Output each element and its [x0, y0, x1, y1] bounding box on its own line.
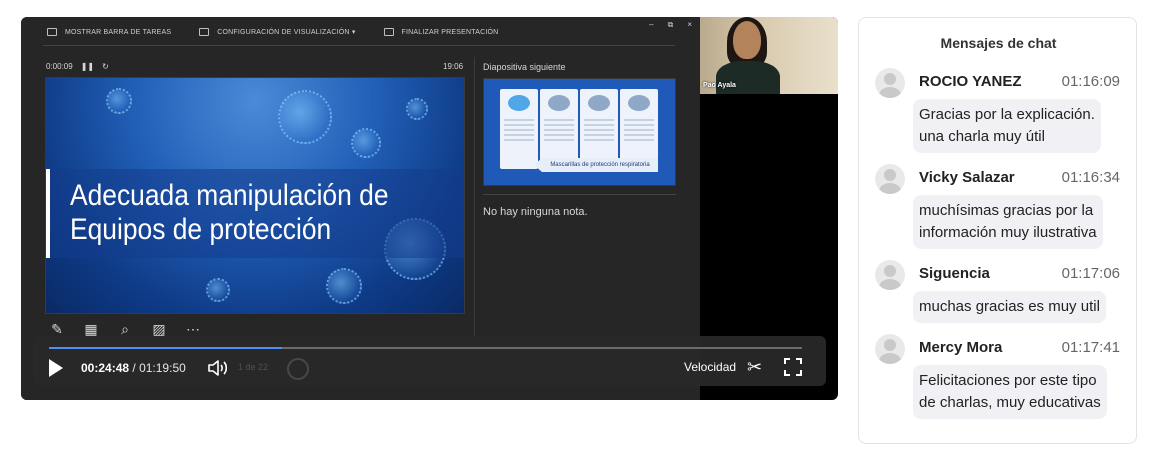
fullscreen-icon[interactable]: [784, 358, 802, 376]
message-text: muchísimas gracias por la: [919, 202, 1094, 219]
show-taskbar-tool: MOSTRAR BARRA DE TAREAS: [47, 28, 171, 36]
speaker-notes: No hay ninguna nota.: [483, 206, 588, 218]
next-slide-banner: Mascarillas de protección respiratoria: [542, 158, 658, 172]
slide-title-accent: [46, 169, 50, 258]
mask-card: [580, 89, 618, 169]
progress-bar[interactable]: [49, 347, 802, 349]
time-display: 00:24:48 / 01:19:50: [81, 361, 186, 375]
message-text: una charla muy útil: [919, 128, 1045, 145]
show-taskbar-label: MOSTRAR BARRA DE TAREAS: [65, 28, 172, 36]
toolbar-divider: [43, 45, 675, 46]
message-bubble: muchas gracias es muy util: [913, 291, 1106, 323]
close-icon: ×: [687, 20, 692, 29]
message-time: 01:17:06: [1061, 265, 1120, 282]
end-show-tool: FINALIZAR PRESENTACIÓN: [383, 28, 499, 36]
presenter-toolbar: MOSTRAR BARRA DE TAREAS CONFIGURACIÓN DE…: [21, 17, 700, 47]
taskbar-icon: [47, 28, 57, 36]
message-bubble: Felicitaciones por este tipo de charlas,…: [913, 365, 1107, 419]
virus-illustration: [278, 90, 332, 144]
display-settings-label: CONFIGURACIÓN DE VISUALIZACIÓN ▾: [217, 29, 356, 36]
virus-illustration: [106, 88, 132, 114]
progress-fill: [49, 347, 283, 349]
slide-title: Adecuada manipulación de Equipos de prot…: [70, 179, 413, 247]
slide-counter: 1 de 22: [238, 362, 269, 372]
virus-illustration: [206, 278, 230, 302]
chat-title: Mensajes de chat: [940, 35, 1057, 51]
presenter-timer: 0:00:09 ❚❚ ↻: [46, 62, 109, 71]
participant-name: Pao Ayala: [703, 82, 736, 89]
presenter-window-controls: – ⧉ ×: [649, 20, 692, 30]
duration: 01:19:50: [139, 361, 186, 375]
minimize-icon: –: [649, 20, 654, 29]
pause-icon: ❚❚: [80, 62, 95, 71]
next-slide-label: Diapositiva siguiente: [483, 62, 566, 72]
mask-card: [500, 89, 538, 169]
mask-card: [620, 89, 658, 169]
play-button[interactable]: [47, 359, 63, 377]
message-time: 01:16:09: [1061, 73, 1120, 90]
message-text: Felicitaciones por este tipo: [919, 372, 1097, 389]
message-time: 01:17:41: [1061, 339, 1120, 356]
message-author: Mercy Mora: [919, 339, 1003, 356]
elapsed-time: 0:00:09: [46, 62, 73, 71]
next-slide-preview: Mascarillas de protección respiratoria: [483, 78, 676, 186]
page: MOSTRAR BARRA DE TAREAS CONFIGURACIÓN DE…: [0, 0, 1151, 453]
display-settings-tool: CONFIGURACIÓN DE VISUALIZACIÓN ▾: [199, 28, 355, 36]
avatar: [875, 68, 905, 98]
reset-icon: ↻: [102, 62, 109, 71]
participant-body: [716, 61, 780, 94]
message-author: ROCIO YANEZ: [919, 73, 1022, 90]
message-time: 01:16:34: [1061, 169, 1120, 186]
message-bubble: muchísimas gracias por la información mu…: [913, 195, 1103, 249]
message-author: Siguencia: [919, 265, 990, 282]
virus-illustration: [351, 128, 381, 158]
scissors-icon[interactable]: ✂: [747, 357, 762, 377]
chat-panel: Mensajes de chat ROCIO YANEZ 01:16:09 Gr…: [858, 17, 1137, 444]
message-author: Vicky Salazar: [919, 169, 1015, 186]
mask-card: [540, 89, 578, 169]
display-settings-icon: [199, 28, 210, 36]
current-slide: Adecuada manipulación de Equipos de prot…: [45, 77, 465, 314]
avatar: [875, 260, 905, 290]
presenter-divider: [474, 57, 475, 337]
message-bubble: Gracias por la explicación. una charla m…: [913, 99, 1101, 153]
avatar: [875, 334, 905, 364]
avatar: [875, 164, 905, 194]
playback-controls: 00:24:48 / 01:19:50 1 de 22 Velocidad ✂: [33, 336, 826, 386]
volume-icon: [208, 360, 228, 376]
presenter-clock: 19:06: [443, 62, 464, 71]
participant-face: [733, 21, 761, 59]
virus-illustration: [406, 98, 428, 120]
slide-title-line: Adecuada manipulación de: [70, 179, 389, 212]
banner-arrow: [534, 158, 542, 172]
volume-button[interactable]: [207, 358, 231, 378]
notes-divider: [483, 194, 676, 195]
virus-illustration: [326, 268, 362, 304]
video-player[interactable]: MOSTRAR BARRA DE TAREAS CONFIGURACIÓN DE…: [21, 17, 838, 400]
message-text: de charlas, muy educativas: [919, 394, 1101, 411]
slide-title-line: Equipos de protección: [70, 213, 332, 246]
end-show-icon: [383, 28, 394, 36]
time-separator: /: [132, 361, 136, 375]
message-text: información muy ilustrativa: [919, 224, 1097, 241]
current-time: 00:24:48: [81, 361, 130, 375]
slide-next-icon: [287, 358, 309, 380]
webcam-feed: Pao Ayala: [700, 17, 838, 94]
end-show-label: FINALIZAR PRESENTACIÓN: [401, 28, 499, 36]
message-text: Gracias por la explicación.: [919, 106, 1095, 123]
restore-icon: ⧉: [667, 20, 674, 29]
speed-button[interactable]: Velocidad: [684, 360, 736, 374]
message-text: muchas gracias es muy util: [919, 298, 1100, 315]
